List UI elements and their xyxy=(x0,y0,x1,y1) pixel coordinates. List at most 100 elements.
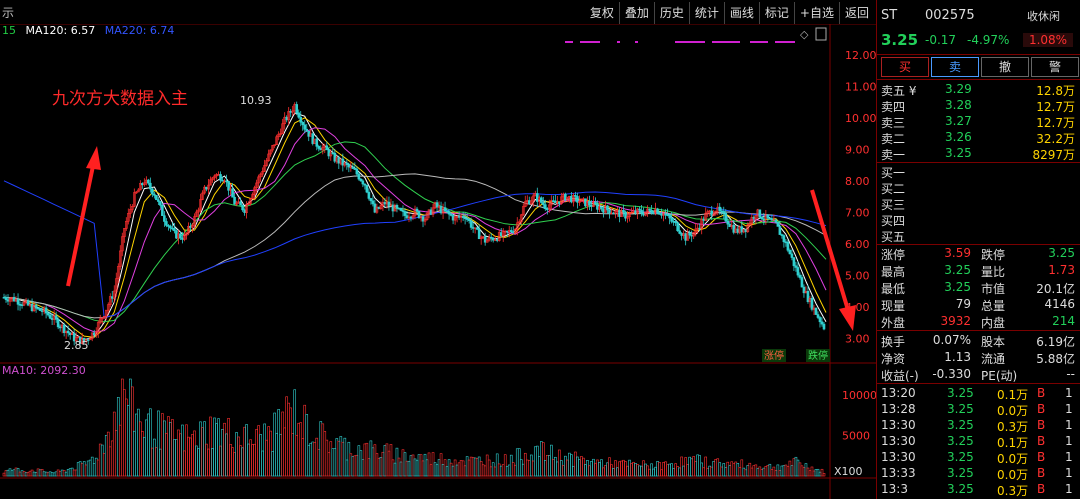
candle-body xyxy=(305,128,309,132)
volume-bar xyxy=(626,465,629,477)
candle-body xyxy=(800,277,804,288)
volume-bar xyxy=(638,465,641,477)
candle-body xyxy=(768,217,772,220)
overlay-button[interactable]: 叠加 xyxy=(618,2,654,24)
volume-bar xyxy=(283,427,286,477)
fuquan-button[interactable]: 复权 xyxy=(585,2,619,24)
volume-bar xyxy=(409,455,413,477)
cancel-order-button[interactable]: 撤 xyxy=(981,57,1029,77)
price-tick-label: 12.00 xyxy=(845,49,876,62)
buy-button[interactable]: 买 xyxy=(881,57,929,77)
sell-button[interactable]: 卖 xyxy=(931,57,979,77)
tick-price: 3.25 xyxy=(947,482,974,496)
bid-row[interactable]: 买五 xyxy=(877,228,1080,245)
volume-bar xyxy=(668,463,671,477)
candle-body xyxy=(345,162,349,165)
candle-body xyxy=(303,124,307,130)
volume-bar xyxy=(323,431,327,477)
tick-time: 13:20 xyxy=(881,386,916,400)
volume-bar xyxy=(774,470,778,477)
candle-body xyxy=(361,180,365,185)
volume-bar xyxy=(66,469,70,477)
volume-bar xyxy=(445,466,449,477)
bid-row[interactable]: 买一 xyxy=(877,164,1080,181)
candle-body xyxy=(564,193,567,201)
volume-bar xyxy=(620,460,623,477)
volume-bar xyxy=(267,426,270,477)
bid-label: 买二 xyxy=(881,182,906,196)
volume-bar xyxy=(397,457,401,477)
volume-bar xyxy=(786,466,790,477)
candle-body xyxy=(606,205,609,211)
candle-body xyxy=(499,232,503,237)
volume-bar xyxy=(580,456,583,477)
candle-body xyxy=(457,216,461,218)
kline-chart[interactable]: 12.0011.0010.009.008.007.006.005.004.003… xyxy=(0,24,876,499)
draw-line-button[interactable]: 画线 xyxy=(723,2,759,24)
ask-row[interactable]: 卖五 ¥ 3.29 12.8万 xyxy=(877,82,1080,99)
volume-bar xyxy=(614,460,617,477)
ask-row[interactable]: 卖一 3.25 8297万 xyxy=(877,146,1080,163)
volume-bar xyxy=(618,461,621,477)
history-button[interactable]: 历史 xyxy=(653,2,689,24)
signal-markers xyxy=(565,41,795,43)
tick-side: B xyxy=(1037,466,1046,480)
candle-body xyxy=(660,213,663,216)
volume-bar xyxy=(219,445,222,477)
candle-body xyxy=(818,317,822,323)
candle-body xyxy=(760,216,764,220)
stat-label: 现量 xyxy=(881,299,906,313)
bid-row[interactable]: 买二 xyxy=(877,180,1080,197)
back-button[interactable]: 返回 xyxy=(838,2,874,24)
volume-bar xyxy=(702,467,706,477)
candle-body xyxy=(544,204,547,210)
low-price-label: 2.85 xyxy=(64,339,89,352)
volume-bar xyxy=(560,460,563,477)
volume-bar xyxy=(463,465,467,477)
panel-toggle-icon[interactable] xyxy=(815,27,827,41)
mark-button[interactable]: 标记 xyxy=(758,2,794,24)
candle-body xyxy=(110,296,114,299)
volume-bar xyxy=(678,467,681,477)
volume-bar xyxy=(415,459,419,477)
volume-bar xyxy=(473,457,477,477)
candle-body xyxy=(642,213,645,216)
diamond-icon[interactable]: ◇ xyxy=(800,28,809,41)
ma-line xyxy=(3,180,827,319)
ask-row[interactable]: 卖二 3.26 32.2万 xyxy=(877,130,1080,147)
ask-row[interactable]: 卖三 3.27 12.7万 xyxy=(877,114,1080,131)
candle-body xyxy=(409,216,413,219)
tick-volume: 0.3万 xyxy=(997,420,1029,434)
volume-bar xyxy=(275,432,278,477)
candle-body xyxy=(505,230,509,233)
candle-body xyxy=(618,210,621,217)
volume-bar xyxy=(519,459,523,477)
volume-bar xyxy=(56,469,60,477)
candle-body xyxy=(357,173,361,180)
candle-body xyxy=(169,225,172,229)
volume-bar xyxy=(694,461,697,477)
volume-bar xyxy=(257,425,260,477)
alert-button[interactable]: 警 xyxy=(1031,57,1079,77)
stats-button[interactable]: 统计 xyxy=(688,2,724,24)
add-watchlist-button[interactable]: +自选 xyxy=(793,2,839,24)
candle-body xyxy=(219,174,222,181)
volume-bar xyxy=(712,461,716,477)
candle-body xyxy=(26,300,30,306)
ask-volume: 12.7万 xyxy=(1036,116,1075,130)
volume-bar xyxy=(285,396,288,477)
ask-row[interactable]: 卖四 3.28 12.7万 xyxy=(877,98,1080,115)
volume-bar xyxy=(74,469,78,477)
candle-body xyxy=(656,208,659,214)
volume-bar xyxy=(179,433,182,477)
bid-row[interactable]: 买四 xyxy=(877,212,1080,229)
bid-row[interactable]: 买三 xyxy=(877,196,1080,213)
candle-body xyxy=(622,210,625,213)
volume-bar xyxy=(628,459,631,477)
volume-bar xyxy=(812,470,816,477)
volume-bar xyxy=(255,429,258,477)
volume-bar xyxy=(347,441,351,477)
candle-body xyxy=(770,218,774,221)
candle-body xyxy=(509,230,513,233)
stat-label: 市值 xyxy=(981,282,1006,296)
